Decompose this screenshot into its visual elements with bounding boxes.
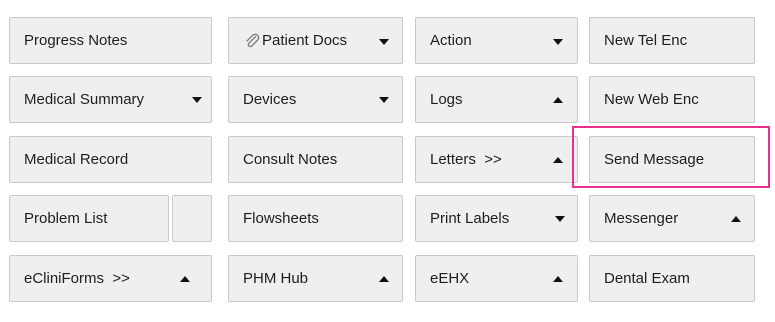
chevron-up-icon	[180, 276, 190, 282]
letters-label: Letters >>	[430, 151, 502, 168]
ecliniforms-button[interactable]: eCliniForms >>	[9, 255, 212, 302]
letters-button[interactable]: Letters >>	[415, 136, 578, 183]
devices-label: Devices	[243, 91, 297, 108]
eehx-label: eEHX	[430, 270, 470, 287]
problem-list-label: Problem List	[24, 210, 108, 227]
messenger-label: Messenger	[604, 210, 679, 227]
print-labels-button[interactable]: Print Labels	[415, 195, 578, 242]
logs-label: Logs	[430, 91, 463, 108]
patient-docs-button[interactable]: Patient Docs	[228, 17, 403, 64]
print-labels-label: Print Labels	[430, 210, 510, 227]
action-button[interactable]: Action	[415, 17, 578, 64]
chevron-down-icon	[379, 39, 389, 45]
patient-docs-label: Patient Docs	[262, 32, 348, 49]
medical-summary-label: Medical Summary	[24, 91, 145, 108]
phm-hub-button[interactable]: PHM Hub	[228, 255, 403, 302]
logs-button[interactable]: Logs	[415, 76, 578, 123]
messenger-button[interactable]: Messenger	[589, 195, 755, 242]
ecliniforms-label: eCliniForms >>	[24, 270, 130, 287]
chevron-down-icon	[553, 39, 563, 45]
paperclip-icon	[246, 33, 260, 47]
action-label: Action	[430, 32, 472, 49]
flowsheets-label: Flowsheets	[243, 210, 319, 227]
dental-exam-button[interactable]: Dental Exam	[589, 255, 755, 302]
chevron-up-icon	[553, 276, 563, 282]
devices-button[interactable]: Devices	[228, 76, 403, 123]
phm-hub-label: PHM Hub	[243, 270, 309, 287]
chevron-up-icon	[553, 97, 563, 103]
new-tel-enc-button[interactable]: New Tel Enc	[589, 17, 755, 64]
new-web-enc-label: New Web Enc	[604, 91, 699, 108]
new-web-enc-button[interactable]: New Web Enc	[589, 76, 755, 123]
flowsheets-button[interactable]: Flowsheets	[228, 195, 403, 242]
consult-notes-button[interactable]: Consult Notes	[228, 136, 403, 183]
action-button-grid: Progress Notes Patient Docs Action New T…	[0, 0, 775, 322]
send-message-highlight	[572, 126, 770, 188]
dental-exam-label: Dental Exam	[604, 270, 690, 287]
progress-notes-label: Progress Notes	[24, 32, 128, 49]
chevron-up-icon	[379, 276, 389, 282]
chevron-down-icon	[555, 216, 565, 222]
medical-record-button[interactable]: Medical Record	[9, 136, 212, 183]
problem-list-button[interactable]: Problem List	[9, 195, 169, 242]
new-tel-enc-label: New Tel Enc	[604, 32, 688, 49]
eehx-button[interactable]: eEHX	[415, 255, 578, 302]
chevron-down-icon	[379, 97, 389, 103]
medical-summary-button[interactable]: Medical Summary	[9, 76, 212, 123]
chevron-up-icon	[553, 157, 563, 163]
consult-notes-label: Consult Notes	[243, 151, 338, 168]
problem-list-dropdown-toggle[interactable]	[172, 195, 212, 242]
chevron-up-icon	[731, 216, 741, 222]
chevron-down-icon	[192, 97, 202, 103]
progress-notes-button[interactable]: Progress Notes	[9, 17, 212, 64]
medical-record-label: Medical Record	[24, 151, 129, 168]
